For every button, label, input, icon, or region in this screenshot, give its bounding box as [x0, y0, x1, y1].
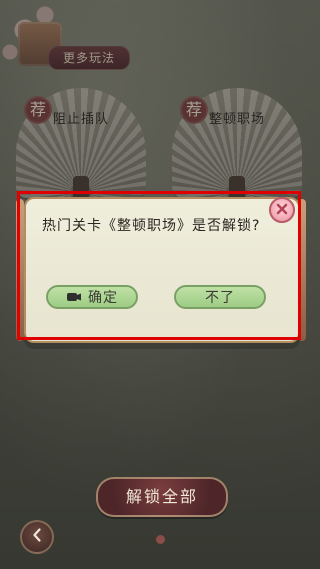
close-icon: [275, 201, 289, 220]
dialog-message: 热门关卡《整顿职场》是否解锁?: [42, 218, 261, 234]
back-button[interactable]: [20, 520, 54, 554]
back-icon: [29, 527, 45, 547]
close-button[interactable]: [269, 197, 295, 223]
unlock-all-button[interactable]: 解锁全部: [96, 477, 228, 517]
unlock-dialog: 热门关卡《整顿职场》是否解锁?: [16, 197, 306, 343]
cancel-label: 不了: [205, 290, 235, 306]
page-indicator-dot: [156, 535, 165, 544]
cancel-button[interactable]: 不了: [174, 285, 266, 309]
confirm-button[interactable]: 确定: [46, 285, 138, 309]
video-icon: [66, 291, 82, 303]
confirm-label: 确定: [88, 290, 118, 306]
unlock-all-label: 解锁全部: [125, 487, 198, 506]
